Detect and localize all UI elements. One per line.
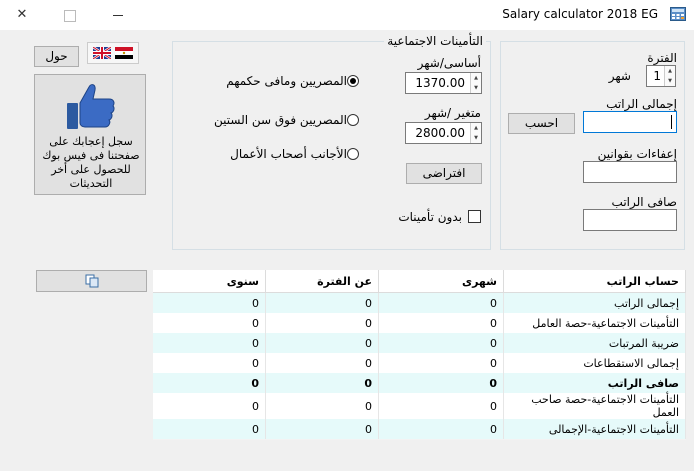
basic-salary-label: أساسى/شهر xyxy=(417,56,481,70)
text-cursor xyxy=(671,115,672,129)
header-monthly[interactable]: شهرى xyxy=(378,270,504,293)
basic-salary-input[interactable]: 1370.00 ▲ ▼ xyxy=(405,72,482,94)
spin-down-icon[interactable]: ▼ xyxy=(471,83,481,93)
cell-period[interactable]: 0 xyxy=(265,333,379,353)
spin-down-icon[interactable]: ▼ xyxy=(665,76,675,86)
cell-annual[interactable]: 0 xyxy=(153,313,266,333)
cell-period[interactable]: 0 xyxy=(265,292,379,313)
exemptions-label: إعفاءات بقوانين xyxy=(597,147,677,161)
cell-period[interactable]: 0 xyxy=(265,419,379,439)
table-row[interactable]: 0 0 0 التأمينات الاجتماعية-حصة صاحب العمل xyxy=(153,393,686,419)
cell-label[interactable]: إجمالى الراتب xyxy=(503,292,686,313)
period-label: الفترة xyxy=(647,51,677,65)
radio-egyptians[interactable] xyxy=(347,75,359,87)
cell-annual[interactable]: 0 xyxy=(153,333,266,353)
cell-label[interactable]: ضريبة المرتبات xyxy=(503,333,686,353)
table-row[interactable]: 0 0 0 التأمينات الاجتماعية-الإجمالى xyxy=(153,419,686,439)
maximize-button[interactable] xyxy=(56,5,84,25)
close-button[interactable]: ✕ xyxy=(8,5,36,25)
cell-annual[interactable]: 0 xyxy=(153,373,266,393)
radio-label-foreign-owners[interactable]: الأجانب أصحاب الأعمال xyxy=(230,147,347,161)
cell-annual[interactable]: 0 xyxy=(153,393,266,419)
cell-label[interactable]: إجمالى الاستقطاعات xyxy=(503,353,686,373)
table-row[interactable]: 0 0 0 إجمالى الراتب xyxy=(153,292,686,313)
cell-monthly[interactable]: 0 xyxy=(378,313,504,333)
cell-period[interactable]: 0 xyxy=(265,313,379,333)
table-row[interactable]: 0 0 0 إجمالى الاستقطاعات xyxy=(153,353,686,373)
no-insurance-label[interactable]: بدون تأمينات xyxy=(398,210,462,224)
cell-monthly[interactable]: 0 xyxy=(378,373,504,393)
table-row[interactable]: 0 0 0 صافى الراتب xyxy=(153,373,686,393)
cell-annual[interactable]: 0 xyxy=(153,292,266,313)
basic-salary-spinner[interactable]: ▲ ▼ xyxy=(470,73,481,93)
table-row[interactable]: 0 0 0 التأمينات الاجتماعية-حصة العامل xyxy=(153,313,686,333)
cell-label[interactable]: صافى الراتب xyxy=(503,373,686,393)
variable-salary-input[interactable]: 2800.00 ▲ ▼ xyxy=(405,122,482,144)
net-salary-input[interactable] xyxy=(583,209,677,231)
gross-salary-label: إجمالى الراتب xyxy=(606,97,677,111)
window-title: Salary calculator 2018 EG xyxy=(502,7,658,21)
table-row[interactable]: 0 0 0 ضريبة المرتبات xyxy=(153,333,686,353)
copy-results-button[interactable] xyxy=(36,270,147,292)
radio-label-over-sixty[interactable]: المصريين فوق سن الستين xyxy=(214,113,347,127)
cell-period[interactable]: 0 xyxy=(265,373,379,393)
variable-salary-spinner[interactable]: ▲ ▼ xyxy=(470,123,481,143)
spin-down-icon[interactable]: ▼ xyxy=(471,133,481,143)
gross-salary-input[interactable] xyxy=(583,111,677,133)
cell-period[interactable]: 0 xyxy=(265,393,379,419)
cell-annual[interactable]: 0 xyxy=(153,353,266,373)
results-grid[interactable]: سنوى عن الفترة شهرى حساب الراتب 0 0 0 إجمال… xyxy=(153,270,686,440)
cell-annual[interactable]: 0 xyxy=(153,419,266,439)
egypt-flag-icon[interactable] xyxy=(115,47,133,62)
cell-monthly[interactable]: 0 xyxy=(378,292,504,313)
facebook-like-text: سجل إعجابك على صفحتنا فى فيس بوك للحصول … xyxy=(42,135,140,190)
calculate-button[interactable]: احسب xyxy=(508,113,575,134)
variable-salary-label: متغير /شهر xyxy=(424,106,481,120)
minimize-button[interactable] xyxy=(104,5,132,25)
thumbs-up-icon xyxy=(65,81,117,134)
cell-monthly[interactable]: 0 xyxy=(378,333,504,353)
copy-icon xyxy=(85,274,99,291)
radio-label-egyptians[interactable]: المصريين ومافى حكمهم xyxy=(226,74,347,88)
about-button[interactable]: حول xyxy=(34,46,79,67)
insurance-group-title: التأمينات الاجتماعية xyxy=(384,34,486,48)
period-unit: شهر xyxy=(608,69,631,83)
cell-monthly[interactable]: 0 xyxy=(378,393,504,419)
cell-period[interactable]: 0 xyxy=(265,353,379,373)
results-header-row: سنوى عن الفترة شهرى حساب الراتب xyxy=(153,270,686,293)
net-salary-label: صافى الراتب xyxy=(611,195,677,209)
language-switcher[interactable] xyxy=(87,42,139,64)
calculator-icon xyxy=(670,7,686,21)
period-input[interactable]: 1 ▲ ▼ xyxy=(646,65,676,87)
no-insurance-checkbox[interactable] xyxy=(468,210,481,223)
facebook-like-button[interactable]: سجل إعجابك على صفحتنا فى فيس بوك للحصول … xyxy=(34,74,146,195)
radio-foreign-owners[interactable] xyxy=(347,148,359,160)
cell-label[interactable]: التأمينات الاجتماعية-حصة صاحب العمل xyxy=(503,393,686,419)
cell-label[interactable]: التأمينات الاجتماعية-الإجمالى xyxy=(503,419,686,439)
cell-monthly[interactable]: 0 xyxy=(378,419,504,439)
header-calculation[interactable]: حساب الراتب xyxy=(503,270,686,293)
radio-over-sixty[interactable] xyxy=(347,114,359,126)
results-table: سنوى عن الفترة شهرى حساب الراتب 0 0 0 إجمال… xyxy=(153,270,686,439)
exemptions-input[interactable] xyxy=(583,161,677,183)
header-period[interactable]: عن الفترة xyxy=(265,270,379,293)
cell-label[interactable]: التأمينات الاجتماعية-حصة العامل xyxy=(503,313,686,333)
period-spinner[interactable]: ▲ ▼ xyxy=(664,66,675,86)
default-button[interactable]: افتراضى xyxy=(406,163,482,184)
cell-monthly[interactable]: 0 xyxy=(378,353,504,373)
header-annual[interactable]: سنوى xyxy=(153,270,266,293)
uk-flag-icon[interactable] xyxy=(92,46,112,62)
